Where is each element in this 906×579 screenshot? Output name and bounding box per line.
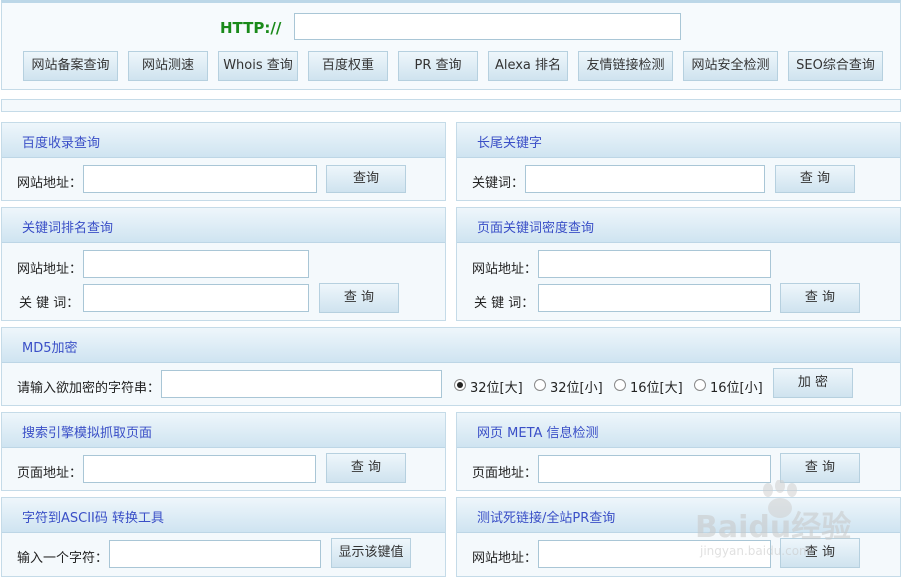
- radio-label: 16位[小]: [710, 381, 763, 396]
- page-label: 页面地址：: [17, 466, 83, 481]
- panel-title: MD5加密: [22, 341, 78, 356]
- panel-keyword-density: 页面关键词密度查询 网站地址： 关 键 词： 查 询: [456, 207, 901, 321]
- panel-title: 页面关键词密度查询: [477, 221, 595, 236]
- char-input[interactable]: [109, 540, 321, 568]
- keyword-label: 关 键 词：: [19, 296, 80, 311]
- show-key-button[interactable]: 显示该键值: [331, 538, 411, 568]
- keyword-input[interactable]: [83, 284, 309, 312]
- tool-button-friend-link[interactable]: 友情链接检测: [578, 51, 673, 81]
- panel-md5: MD5加密 请输入欲加密的字符串： 32位[大] 32位[小] 16位[大] 1…: [1, 327, 901, 406]
- page-label: 页面地址：: [472, 466, 538, 481]
- http-label: HTTP://: [220, 19, 282, 37]
- md5-input[interactable]: [161, 370, 442, 398]
- site-input[interactable]: [83, 165, 317, 193]
- query-button[interactable]: 查 询: [326, 453, 406, 483]
- page-input[interactable]: [538, 455, 771, 483]
- query-button[interactable]: 查 询: [780, 453, 860, 483]
- panel-keyword-rank: 关键词排名查询 网站地址： 关 键 词： 查 询: [1, 207, 446, 321]
- query-button[interactable]: 查 询: [780, 283, 860, 313]
- url-input[interactable]: [294, 13, 681, 40]
- radio-label: 16位[大]: [630, 381, 683, 396]
- panel-title: 搜索引擎模拟抓取页面: [22, 426, 153, 441]
- tool-button-security[interactable]: 网站安全检测: [683, 51, 778, 81]
- panel-long-tail: 长尾关键字 关键词： 查 询: [456, 122, 901, 201]
- separator-bar: [1, 99, 901, 112]
- keyword-input[interactable]: [525, 165, 765, 193]
- radio-16-upper[interactable]: [614, 379, 626, 391]
- panel-title: 测试死链接/全站PR查询: [477, 511, 616, 526]
- panel-title: 字符到ASCII码 转换工具: [22, 511, 165, 526]
- panel-title: 长尾关键字: [477, 136, 543, 151]
- site-label: 网站地址：: [472, 551, 538, 566]
- char-label: 输入一个字符：: [17, 551, 109, 566]
- panel-baidu-index: 百度收录查询 网站地址： 查询: [1, 122, 446, 201]
- panel-title: 关键词排名查询: [22, 221, 114, 236]
- tool-button-whois[interactable]: Whois 查询: [218, 51, 298, 81]
- tool-button-speed[interactable]: 网站测速: [128, 51, 208, 81]
- watermark: Baidu经验 jingyan.baidu.com: [690, 480, 890, 575]
- tool-button-seo[interactable]: SEO综合查询: [788, 51, 883, 81]
- tool-button-pr[interactable]: PR 查询: [398, 51, 478, 81]
- radio-label: 32位[小]: [550, 381, 603, 396]
- radio-label: 32位[大]: [470, 381, 523, 396]
- panel-title: 网页 META 信息检测: [477, 426, 599, 441]
- query-button[interactable]: 查 询: [775, 165, 855, 193]
- tool-button-baidu-weight[interactable]: 百度权重: [308, 51, 388, 81]
- radio-32-lower[interactable]: [534, 379, 546, 391]
- tool-button-beian[interactable]: 网站备案查询: [23, 51, 118, 81]
- site-label: 网站地址：: [472, 262, 538, 277]
- query-button[interactable]: 查询: [326, 165, 406, 193]
- keyword-input[interactable]: [538, 284, 771, 312]
- radio-16-lower[interactable]: [694, 379, 706, 391]
- panel-title: 百度收录查询: [22, 136, 101, 151]
- page-input[interactable]: [83, 455, 316, 483]
- watermark-url: jingyan.baidu.com: [700, 544, 811, 558]
- keyword-label: 关 键 词：: [474, 296, 535, 311]
- panel-ascii: 字符到ASCII码 转换工具 输入一个字符： 显示该键值: [1, 497, 446, 577]
- site-label: 网站地址：: [17, 262, 83, 277]
- site-label: 网站地址：: [17, 176, 83, 191]
- tool-button-alexa[interactable]: Alexa 排名: [488, 51, 568, 81]
- site-input[interactable]: [83, 250, 309, 278]
- radio-32-upper[interactable]: [454, 379, 466, 391]
- panel-spider-simulate: 搜索引擎模拟抓取页面 页面地址： 查 询: [1, 412, 446, 491]
- keyword-label: 关键词：: [472, 176, 525, 191]
- site-input[interactable]: [538, 250, 771, 278]
- encrypt-button[interactable]: 加 密: [773, 368, 853, 398]
- query-button[interactable]: 查 询: [319, 283, 399, 313]
- md5-prompt: 请输入欲加密的字符串：: [17, 381, 161, 396]
- watermark-brand: Baidu经验: [695, 510, 852, 545]
